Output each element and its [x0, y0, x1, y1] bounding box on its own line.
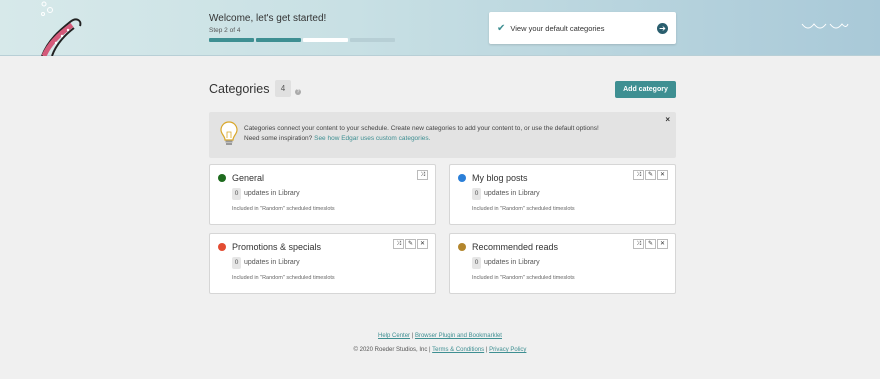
custom-categories-link[interactable]: See how Edgar uses custom categories. [314, 135, 430, 142]
category-card-general: General ⤨ 0 updates in Library Included … [209, 164, 436, 225]
update-count: 0 [472, 257, 481, 269]
shuffle-icon[interactable]: ⤨ [633, 170, 644, 180]
updates-label: updates in Library [244, 190, 300, 197]
add-category-button[interactable]: Add category [615, 81, 676, 98]
pencil-icon[interactable]: ✎ [645, 239, 656, 249]
terms-link[interactable]: Terms & Conditions [432, 347, 484, 353]
random-timeslot-note: Included in "Random" scheduled timeslots [472, 206, 575, 212]
cta-label: View your default categories [510, 23, 605, 33]
delete-icon[interactable]: ✕ [657, 239, 668, 249]
card-actions: ⤨ [417, 170, 428, 180]
shuffle-icon[interactable]: ⤨ [633, 239, 644, 249]
footer-legal: © 2020 Roeder Studios, Inc | Terms & Con… [0, 347, 880, 353]
category-name: Promotions & specials [232, 242, 322, 252]
onboarding-header: Welcome, let's get started! Step 2 of 4 … [0, 0, 880, 56]
arrow-right-icon: ➔ [657, 22, 668, 34]
category-card-recommended-reads: Recommended reads ⤨ ✎ ✕ 0 updates in Lib… [449, 233, 676, 294]
lightbulb-icon [220, 121, 238, 145]
progress-step-1 [209, 38, 254, 42]
page-title: Categories [209, 82, 270, 96]
category-name: Recommended reads [472, 242, 559, 252]
view-default-categories-button[interactable]: ✔ View your default categories ➔ [489, 12, 676, 44]
update-count: 0 [472, 188, 481, 200]
progress-step-3 [303, 38, 348, 42]
shuffle-icon[interactable]: ⤨ [417, 170, 428, 180]
card-actions: ⤨ ✎ ✕ [633, 239, 668, 249]
category-card-promotions-specials: Promotions & specials ⤨ ✎ ✕ 0 updates in… [209, 233, 436, 294]
update-count: 0 [232, 188, 241, 200]
updates-label: updates in Library [484, 190, 540, 197]
step-indicator: Step 2 of 4 [209, 27, 241, 34]
copyright-text: © 2020 Roeder Studios, Inc [353, 347, 428, 353]
random-timeslot-note: Included in "Random" scheduled timeslots [232, 206, 335, 212]
category-card-my-blog-posts: My blog posts ⤨ ✎ ✕ 0 updates in Library… [449, 164, 676, 225]
updates-label: updates in Library [484, 259, 540, 266]
footer-links: Help Center | Browser Plugin and Bookmar… [0, 333, 880, 339]
random-timeslot-note: Included in "Random" scheduled timeslots [472, 275, 575, 281]
close-icon[interactable]: × [665, 115, 670, 124]
delete-icon[interactable]: ✕ [417, 239, 428, 249]
shuffle-icon[interactable]: ⤨ [393, 239, 404, 249]
category-name: General [232, 173, 265, 183]
random-timeslot-note: Included in "Random" scheduled timeslots [232, 275, 335, 281]
info-line-2-prefix: Need some inspiration? [244, 134, 313, 142]
info-text: Categories connect your content to your … [244, 124, 654, 143]
help-icon[interactable]: ? [295, 89, 301, 95]
card-actions: ⤨ ✎ ✕ [633, 170, 668, 180]
delete-icon[interactable]: ✕ [657, 170, 668, 180]
updates-label: updates in Library [244, 259, 300, 266]
category-name: My blog posts [472, 173, 528, 183]
octopus-tentacle-icon [41, 1, 82, 56]
progress-step-4 [350, 38, 395, 42]
category-color-dot [218, 174, 226, 182]
progress-step-2 [256, 38, 301, 42]
onboarding-progress-bar [209, 38, 395, 42]
info-banner: Categories connect your content to your … [209, 112, 676, 158]
category-color-dot [458, 174, 466, 182]
waves-icon [801, 23, 849, 29]
category-color-dot [218, 243, 226, 251]
info-line-1: Categories connect your content to your … [244, 125, 599, 132]
welcome-heading: Welcome, let's get started! [209, 13, 327, 24]
category-count-badge: 4 [275, 80, 291, 97]
pencil-icon[interactable]: ✎ [405, 239, 416, 249]
update-count: 0 [232, 257, 241, 269]
privacy-link[interactable]: Privacy Policy [489, 347, 526, 353]
card-actions: ⤨ ✎ ✕ [393, 239, 428, 249]
category-color-dot [458, 243, 466, 251]
checkmark-icon: ✔ [497, 22, 506, 34]
pencil-icon[interactable]: ✎ [645, 170, 656, 180]
help-center-link[interactable]: Help Center [378, 333, 410, 339]
browser-plugin-link[interactable]: Browser Plugin and Bookmarklet [415, 333, 502, 339]
